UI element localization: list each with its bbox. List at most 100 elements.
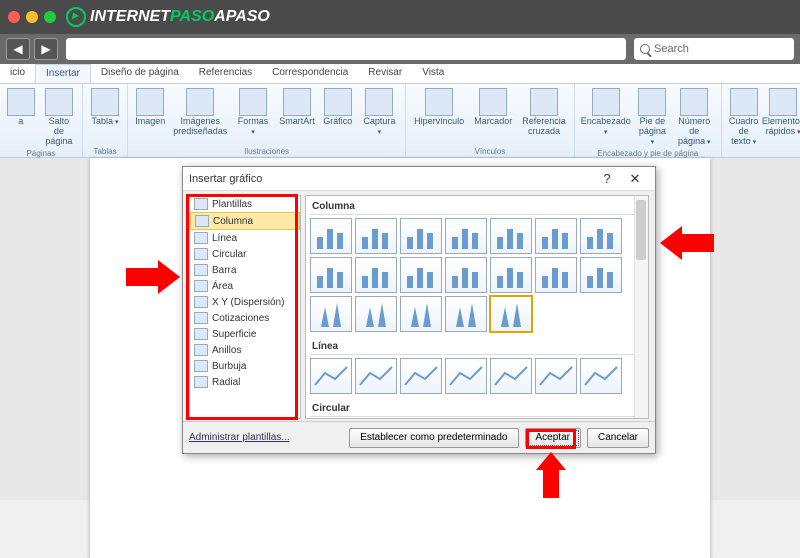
ribbon-elementos[interactable]: Elementosrápidos <box>763 86 800 139</box>
chart-thumb[interactable] <box>535 218 577 254</box>
category-icon <box>194 198 208 210</box>
chart-thumb[interactable] <box>310 358 352 394</box>
ribbon-hipervínculo[interactable]: Hipervínculo <box>410 86 468 129</box>
category-icon <box>194 360 208 372</box>
chart-thumb[interactable] <box>445 296 487 332</box>
chart-thumb[interactable] <box>535 358 577 394</box>
dialog-close[interactable]: ✕ <box>621 171 649 187</box>
chart-thumb[interactable] <box>445 218 487 254</box>
set-default-button[interactable]: Establecer como predeterminado <box>349 428 518 448</box>
ribbon-formas[interactable]: Formas <box>232 86 274 139</box>
dialog-title: Insertar gráfico <box>189 173 262 185</box>
ribbon-smartart[interactable]: SmartArt <box>276 86 318 129</box>
ribbon-icon <box>324 88 352 116</box>
dialog-help[interactable]: ? <box>593 171 621 186</box>
ribbon-tabla[interactable]: Tabla <box>87 86 123 129</box>
chart-thumb[interactable] <box>400 218 442 254</box>
ribbon-group-label: Tablas <box>87 147 123 157</box>
ribbon-tab-vista[interactable]: Vista <box>412 64 454 83</box>
category-circular[interactable]: Circular <box>190 246 300 262</box>
ribbon-icon <box>239 88 267 116</box>
nav-forward[interactable]: ▶ <box>34 38 58 60</box>
ribbon-group-label: Ilustraciones <box>132 147 401 157</box>
ribbon-tab-diseño-de-página[interactable]: Diseño de página <box>91 64 189 83</box>
ribbon-marcador[interactable]: Marcador <box>470 86 516 129</box>
ribbon-tab-correspondencia[interactable]: Correspondencia <box>262 64 358 83</box>
chart-thumb[interactable] <box>355 296 397 332</box>
ribbon-encabezado[interactable]: Encabezado <box>579 86 633 139</box>
search-input[interactable]: Search <box>634 38 794 60</box>
ribbon-referencia[interactable]: Referenciacruzada <box>518 86 570 139</box>
window-zoom[interactable] <box>44 11 56 23</box>
chart-thumb[interactable] <box>310 257 352 293</box>
ribbon-icon <box>186 88 214 116</box>
category--rea[interactable]: Área <box>190 278 300 294</box>
chart-thumb[interactable] <box>580 257 622 293</box>
chart-thumb[interactable] <box>400 257 442 293</box>
chart-thumb[interactable] <box>400 296 442 332</box>
chart-thumb[interactable] <box>580 358 622 394</box>
url-input[interactable] <box>66 38 626 60</box>
chart-thumbnail-area: ColumnaLíneaCircular <box>305 195 649 419</box>
chart-thumb[interactable] <box>355 358 397 394</box>
ribbon-icon <box>638 88 666 116</box>
chart-thumb[interactable] <box>355 257 397 293</box>
chart-thumb[interactable] <box>580 218 622 254</box>
category-radial[interactable]: Radial <box>190 374 300 390</box>
insert-chart-dialog: Insertar gráfico ? ✕ PlantillasColumnaLí… <box>182 166 656 454</box>
chart-thumb[interactable] <box>535 257 577 293</box>
ribbon-imagen[interactable]: Imagen <box>132 86 169 129</box>
category-anillos[interactable]: Anillos <box>190 342 300 358</box>
search-icon <box>640 44 650 54</box>
ribbon-gráfico[interactable]: Gráfico <box>320 86 356 129</box>
logo-icon <box>66 7 86 27</box>
ribbon-pie-de[interactable]: Pie depágina <box>635 86 670 149</box>
category-icon <box>194 328 208 340</box>
ribbon-tab-icio[interactable]: icio <box>0 64 35 83</box>
chart-category-list[interactable]: PlantillasColumnaLíneaCircularBarraÁreaX… <box>189 195 301 419</box>
ok-button[interactable]: Aceptar <box>525 428 581 448</box>
cancel-button[interactable]: Cancelar <box>587 428 649 448</box>
category-cotizaciones[interactable]: Cotizaciones <box>190 310 300 326</box>
chart-thumb[interactable] <box>445 358 487 394</box>
ribbon-tab-referencias[interactable]: Referencias <box>189 64 262 83</box>
logo-text-3: APASO <box>214 8 270 26</box>
chart-thumb[interactable] <box>310 218 352 254</box>
chart-thumb[interactable] <box>445 257 487 293</box>
logo-text-1: INTERNET <box>90 8 170 26</box>
chart-thumb[interactable] <box>490 257 532 293</box>
category-burbuja[interactable]: Burbuja <box>190 358 300 374</box>
chart-thumb[interactable] <box>490 358 532 394</box>
chart-thumb[interactable] <box>400 358 442 394</box>
category-icon <box>195 215 209 227</box>
ribbon: aSalto depáginaPáginasTablaTablasImagenI… <box>0 84 800 158</box>
ribbon-cuadro[interactable]: Cuadrode texto <box>726 86 762 149</box>
nav-back[interactable]: ◀ <box>6 38 30 60</box>
ribbon-icon <box>680 88 708 116</box>
category-l-nea[interactable]: Línea <box>190 230 300 246</box>
ribbon-captura[interactable]: Captura <box>358 86 402 139</box>
ribbon-icon <box>7 88 35 116</box>
category-plantillas[interactable]: Plantillas <box>190 196 300 212</box>
category-barra[interactable]: Barra <box>190 262 300 278</box>
category-icon <box>194 264 208 276</box>
ribbon-salto-de[interactable]: Salto depágina <box>40 86 78 149</box>
ribbon-imágenes[interactable]: Imágenesprediseñadas <box>171 86 230 139</box>
ribbon-icon <box>479 88 507 116</box>
window-minimize[interactable] <box>26 11 38 23</box>
chart-thumb[interactable] <box>355 218 397 254</box>
section-header-línea: Línea <box>310 338 644 355</box>
chart-thumb[interactable] <box>490 296 532 332</box>
category-columna[interactable]: Columna <box>190 212 300 230</box>
ribbon-número-de[interactable]: Número depágina <box>672 86 717 149</box>
chart-thumb[interactable] <box>490 218 532 254</box>
ribbon-tab-insertar[interactable]: Insertar <box>35 64 91 83</box>
ribbon-a[interactable]: a <box>4 86 38 129</box>
window-close[interactable] <box>8 11 20 23</box>
category-x-y-dispersi-n-[interactable]: X Y (Dispersión) <box>190 294 300 310</box>
chart-thumb[interactable] <box>310 296 352 332</box>
scrollbar[interactable] <box>634 196 648 418</box>
manage-templates-link[interactable]: Administrar plantillas... <box>189 432 290 443</box>
category-superficie[interactable]: Superficie <box>190 326 300 342</box>
ribbon-tab-revisar[interactable]: Revisar <box>358 64 412 83</box>
